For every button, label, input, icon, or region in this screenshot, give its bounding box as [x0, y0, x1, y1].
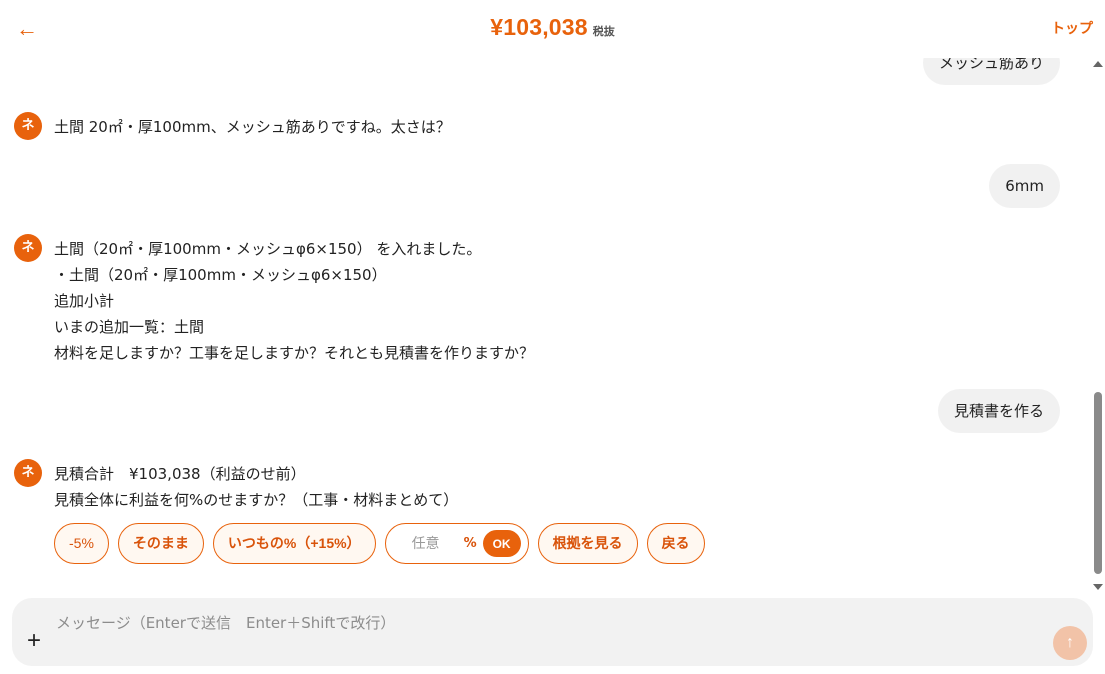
message-input[interactable]: [54, 610, 1014, 636]
bot-message-line: 追加小計: [54, 292, 115, 310]
bot-message-line: 土間（20㎡・厚100mm・メッシュφ6×150） を入れました。: [54, 240, 482, 258]
bot-message-body: 土間 20㎡・厚100mm、メッシュ筋ありですね。太さは？: [54, 114, 451, 140]
scroll-down-arrow-icon[interactable]: [1093, 584, 1103, 590]
scrollbar-thumb[interactable]: [1094, 392, 1102, 574]
bot-message-body: 見積合計 ¥103,038（利益のせ前） 見積全体に利益を何%のせますか？（工事…: [54, 461, 458, 513]
user-message-text: 6mm: [1005, 177, 1044, 195]
bot-message-line: ・土間（20㎡・厚100mm・メッシュφ6×150）: [54, 266, 387, 284]
custom-percent-ok-button[interactable]: OK: [482, 530, 521, 557]
percent-unit-label: %: [463, 536, 477, 551]
bot-message-line: いまの追加一覧：土間: [54, 318, 205, 336]
bot-message-body: 土間（20㎡・厚100mm・メッシュφ6×150） を入れました。 ・土間（20…: [54, 236, 534, 366]
estimate-total: ¥103,038 税抜: [0, 14, 1105, 41]
choice-usual-percent-button[interactable]: いつもの%（+15%）: [212, 523, 376, 564]
bot-avatar: ネ: [14, 459, 42, 487]
send-arrow-icon[interactable]: ↑: [1053, 626, 1087, 660]
view-basis-button[interactable]: 根拠を見る: [537, 523, 638, 564]
bot-message-line: 土間 20㎡・厚100mm、メッシュ筋ありですね。太さは？: [54, 118, 451, 136]
plus-icon[interactable]: +: [22, 628, 46, 654]
choice-minus-5-button[interactable]: -5%: [54, 523, 109, 564]
scroll-up-arrow-icon[interactable]: [1093, 61, 1103, 67]
chat-scrollbar[interactable]: [1091, 58, 1105, 592]
chat-area: メッシュ筋あり ネ 土間 20㎡・厚100mm、メッシュ筋ありですね。太さは？ …: [0, 0, 1090, 590]
choice-back-button[interactable]: 戻る: [646, 523, 705, 564]
bot-message-line: 見積合計 ¥103,038（利益のせ前）: [54, 465, 306, 483]
custom-percent-group: % OK: [384, 523, 529, 564]
choice-as-is-button[interactable]: そのまま: [117, 523, 204, 564]
bot-avatar: ネ: [14, 112, 42, 140]
top-link[interactable]: トップ: [1051, 18, 1093, 38]
custom-percent-input[interactable]: [395, 534, 456, 553]
user-message: 見積書を作る: [937, 389, 1060, 433]
user-message-text: 見積書を作る: [953, 402, 1044, 420]
user-message: 6mm: [989, 164, 1060, 208]
bot-avatar: ネ: [14, 234, 42, 262]
tax-excluded-label: 税抜: [592, 26, 615, 38]
header: ← ¥103,038 税抜 トップ: [0, 0, 1105, 58]
total-amount: ¥103,038: [490, 14, 588, 40]
bot-message-line: 見積全体に利益を何%のせますか？（工事・材料まとめて）: [54, 491, 459, 509]
quick-reply-choices: -5% そのまま いつもの%（+15%） % OK 根拠を見る 戻る: [54, 523, 705, 565]
message-composer: + ↑: [12, 598, 1093, 666]
bot-message-line: 材料を足しますか？工事を足しますか？それとも見積書を作りますか？: [54, 344, 535, 362]
